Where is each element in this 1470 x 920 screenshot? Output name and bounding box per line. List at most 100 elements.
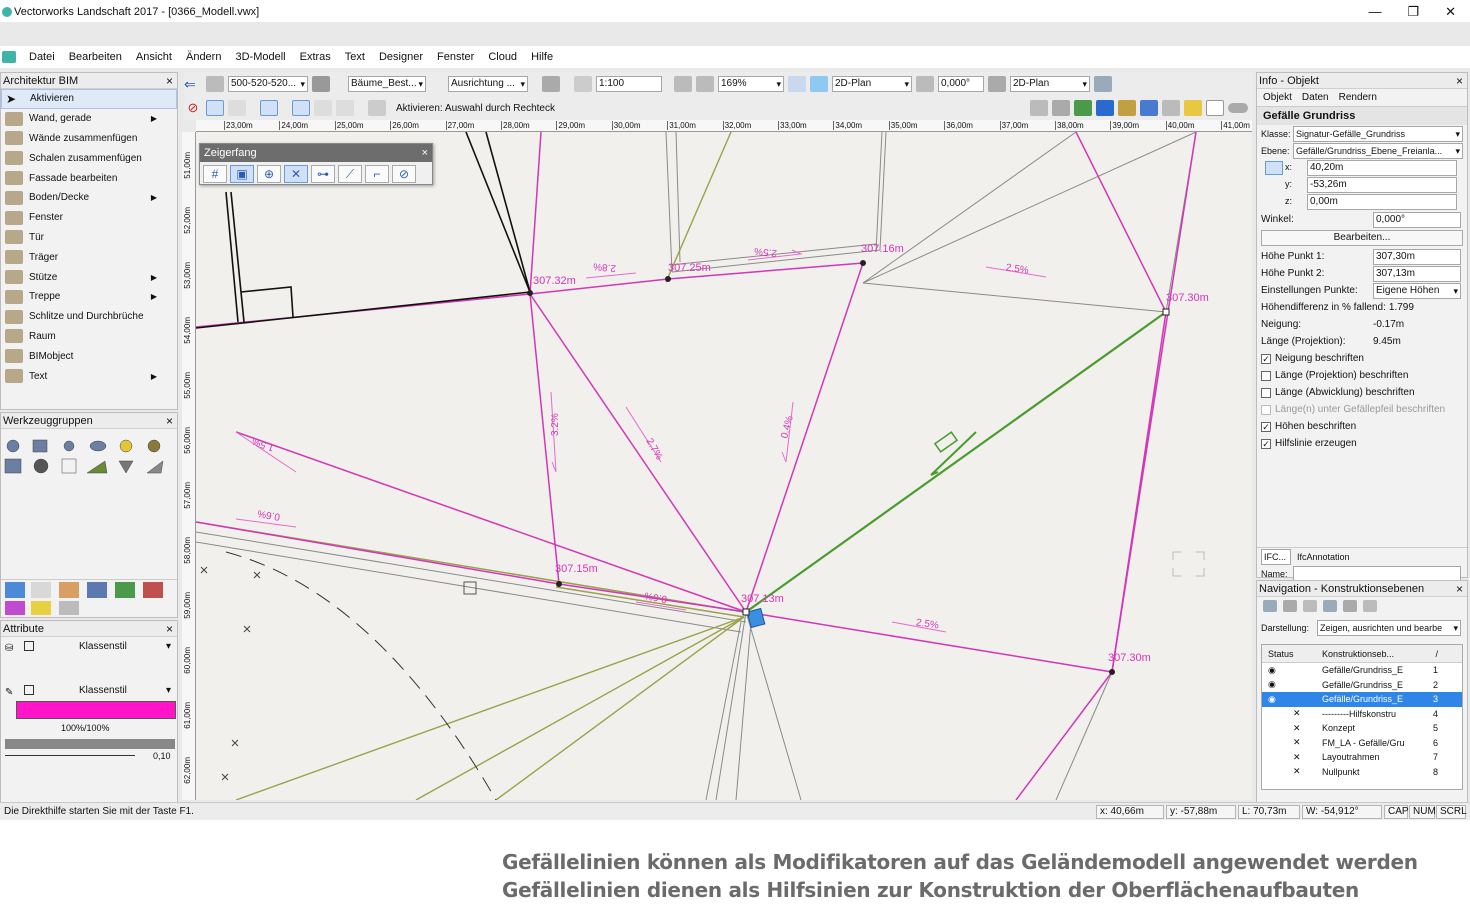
minimize-icon[interactable]: — xyxy=(1368,4,1381,20)
ruler-icon[interactable] xyxy=(574,76,592,92)
checkbox[interactable] xyxy=(1261,370,1271,381)
hidden-x-icon[interactable]: ✕ xyxy=(1262,766,1322,777)
origin-icon[interactable] xyxy=(1265,161,1283,175)
class-select[interactable]: Signatur-Gefälle_Grundriss xyxy=(1293,125,1463,142)
view-select[interactable]: 2D-Plan xyxy=(832,76,912,92)
ifc-button[interactable]: IFC... xyxy=(1261,548,1291,565)
menu-text[interactable]: Text xyxy=(338,51,372,63)
layer-row[interactable]: ✕ Layoutrahmen 7 xyxy=(1262,750,1462,765)
hidden-x-icon[interactable]: ✕ xyxy=(1262,737,1322,748)
nav-tool-icon[interactable] xyxy=(1343,600,1357,612)
close-icon[interactable]: ✕ xyxy=(1445,4,1456,20)
back-arrow-icon[interactable]: ⇐ xyxy=(184,76,202,92)
toggle-icon[interactable] xyxy=(1228,103,1248,113)
chevron-down-icon[interactable]: ▾ xyxy=(166,685,171,696)
menu-datei[interactable]: Datei xyxy=(22,51,62,63)
cloud-icon[interactable] xyxy=(1162,100,1180,116)
zoom-select[interactable]: 169% xyxy=(718,76,784,92)
fill-color-swatch[interactable] xyxy=(16,701,176,719)
working-plane-snap-icon[interactable]: ⌐ xyxy=(365,165,389,183)
drawing-canvas[interactable]: 307.32m 307.25m 307.16m 307.30m 307.15m … xyxy=(196,132,1252,800)
menu-designer[interactable]: Designer xyxy=(372,51,430,63)
tool-arrow-cursor[interactable]: ➤ Aktivieren xyxy=(1,89,177,109)
angle-snap-icon[interactable]: ⊕ xyxy=(257,165,281,183)
menu-fenster[interactable]: Fenster xyxy=(430,51,481,63)
opacity-value[interactable]: 100%/100% xyxy=(61,723,110,733)
eye-icon[interactable]: ◉ xyxy=(1262,694,1322,705)
render-icon[interactable] xyxy=(988,76,1006,92)
checkbox-row[interactable]: ✓ Neigung beschriften xyxy=(1257,350,1467,367)
checkbox[interactable] xyxy=(1261,387,1271,398)
checkbox-row[interactable]: ✓ Höhen beschriften xyxy=(1257,418,1467,435)
layer-row[interactable]: ◉ Gefälle/Grundriss_E 3 xyxy=(1262,692,1462,707)
grid-snap-icon[interactable]: # xyxy=(203,165,227,183)
nav-icon[interactable] xyxy=(1140,100,1158,116)
angle-icon[interactable] xyxy=(916,76,934,92)
nav-tool-icon[interactable] xyxy=(1303,600,1317,612)
close-icon[interactable]: × xyxy=(166,413,173,429)
site-plan-drawing[interactable]: 307.32m 307.25m 307.16m 307.30m 307.15m … xyxy=(196,132,1252,800)
hidden-x-icon[interactable]: ✕ xyxy=(1262,752,1322,763)
tool-door[interactable]: Tür xyxy=(1,228,177,248)
line-weight-value[interactable]: 0,10 xyxy=(153,751,171,761)
col-status[interactable]: Status xyxy=(1262,649,1322,659)
nav-tool-icon[interactable] xyxy=(1363,600,1377,612)
checkbox[interactable] xyxy=(1261,404,1271,415)
hidden-x-icon[interactable]: ✕ xyxy=(1262,723,1322,734)
tab-rendern[interactable]: Rendern xyxy=(1339,92,1377,103)
eye-icon[interactable] xyxy=(1184,100,1202,116)
checkbox[interactable]: ✓ xyxy=(1261,353,1271,364)
checkbox[interactable]: ✓ xyxy=(1261,438,1271,449)
height2-field[interactable]: 307,13m xyxy=(1373,265,1461,282)
layer-row[interactable]: ✕ Nullpunkt 8 xyxy=(1262,765,1462,780)
x-field[interactable]: 40,20m xyxy=(1307,160,1457,176)
angle-field[interactable]: 0,000° xyxy=(1373,211,1461,228)
height1-field[interactable]: 307,30m xyxy=(1373,248,1461,265)
tool-wall[interactable]: Wand, gerade ▶ xyxy=(1,109,177,129)
gear-icon[interactable] xyxy=(1052,100,1070,116)
menu-hilfe[interactable]: Hilfe xyxy=(524,51,560,63)
close-icon[interactable]: × xyxy=(166,621,173,637)
selected-slope-line[interactable] xyxy=(745,311,1167,613)
print-icon[interactable] xyxy=(542,76,560,92)
snap-mode-icon[interactable] xyxy=(260,100,278,116)
tool-facade[interactable]: Fassade bearbeiten xyxy=(1,168,177,188)
tool-bimobject[interactable]: BIMobject xyxy=(1,346,177,366)
style-toggle-icon[interactable] xyxy=(24,685,35,695)
checkbox[interactable]: ✓ xyxy=(1261,421,1271,432)
layer-row[interactable]: ◉ Gefälle/Grundriss_E 1 xyxy=(1262,663,1462,678)
class-view-icon[interactable] xyxy=(1096,100,1114,116)
menu-cloud[interactable]: Cloud xyxy=(481,51,524,63)
close-icon[interactable]: × xyxy=(166,73,173,89)
layer-row[interactable]: ◉ Gefälle/Grundriss_E 2 xyxy=(1262,678,1462,693)
tool-join-shells[interactable]: Schalen zusammenfügen xyxy=(1,148,177,168)
col-number[interactable]: / xyxy=(1435,649,1438,659)
menu-ansicht[interactable]: Ansicht xyxy=(129,51,179,63)
select-mode-icon[interactable]: ⊘ xyxy=(184,100,202,116)
pan-icon[interactable] xyxy=(788,76,806,92)
line-type-bar[interactable] xyxy=(5,739,175,749)
eye-icon[interactable]: ◉ xyxy=(1262,679,1322,690)
tab-objekt[interactable]: Objekt xyxy=(1263,92,1292,103)
layer-icon[interactable] xyxy=(206,76,224,92)
tool-beam[interactable]: Träger xyxy=(1,247,177,267)
tool-join-walls[interactable]: Wände zusammenfügen xyxy=(1,129,177,149)
tab-daten[interactable]: Daten xyxy=(1302,92,1329,103)
nav-tool-icon[interactable] xyxy=(1263,600,1277,612)
eye-icon[interactable]: ◉ xyxy=(1262,665,1322,676)
close-icon[interactable]: × xyxy=(1456,581,1463,597)
view2-select[interactable]: 2D-Plan xyxy=(1010,76,1090,92)
align-select[interactable]: Ausrichtung ... xyxy=(448,76,528,92)
rect-select-icon[interactable] xyxy=(292,100,310,116)
checkbox-row[interactable]: Länge(n) unter Gefällepfeil beschriften xyxy=(1257,401,1467,418)
tool-stair[interactable]: Treppe ▶ xyxy=(1,287,177,307)
pen-style-value[interactable]: Klassenstil xyxy=(79,685,127,696)
hidden-x-icon[interactable]: ✕ xyxy=(1262,708,1322,719)
nav-tool-icon[interactable] xyxy=(1283,600,1297,612)
points-select[interactable]: Eigene Höhen xyxy=(1373,282,1461,299)
tool-window[interactable]: Fenster xyxy=(1,208,177,228)
layer-row[interactable]: ✕ ---------Hilfskonstru 4 xyxy=(1262,707,1462,722)
layer-row[interactable]: ✕ FM_LA - Gefälle/Gru 6 xyxy=(1262,736,1462,751)
edit-button[interactable]: Bearbeiten... xyxy=(1261,230,1463,246)
y-field[interactable]: -53,26m xyxy=(1307,177,1457,193)
